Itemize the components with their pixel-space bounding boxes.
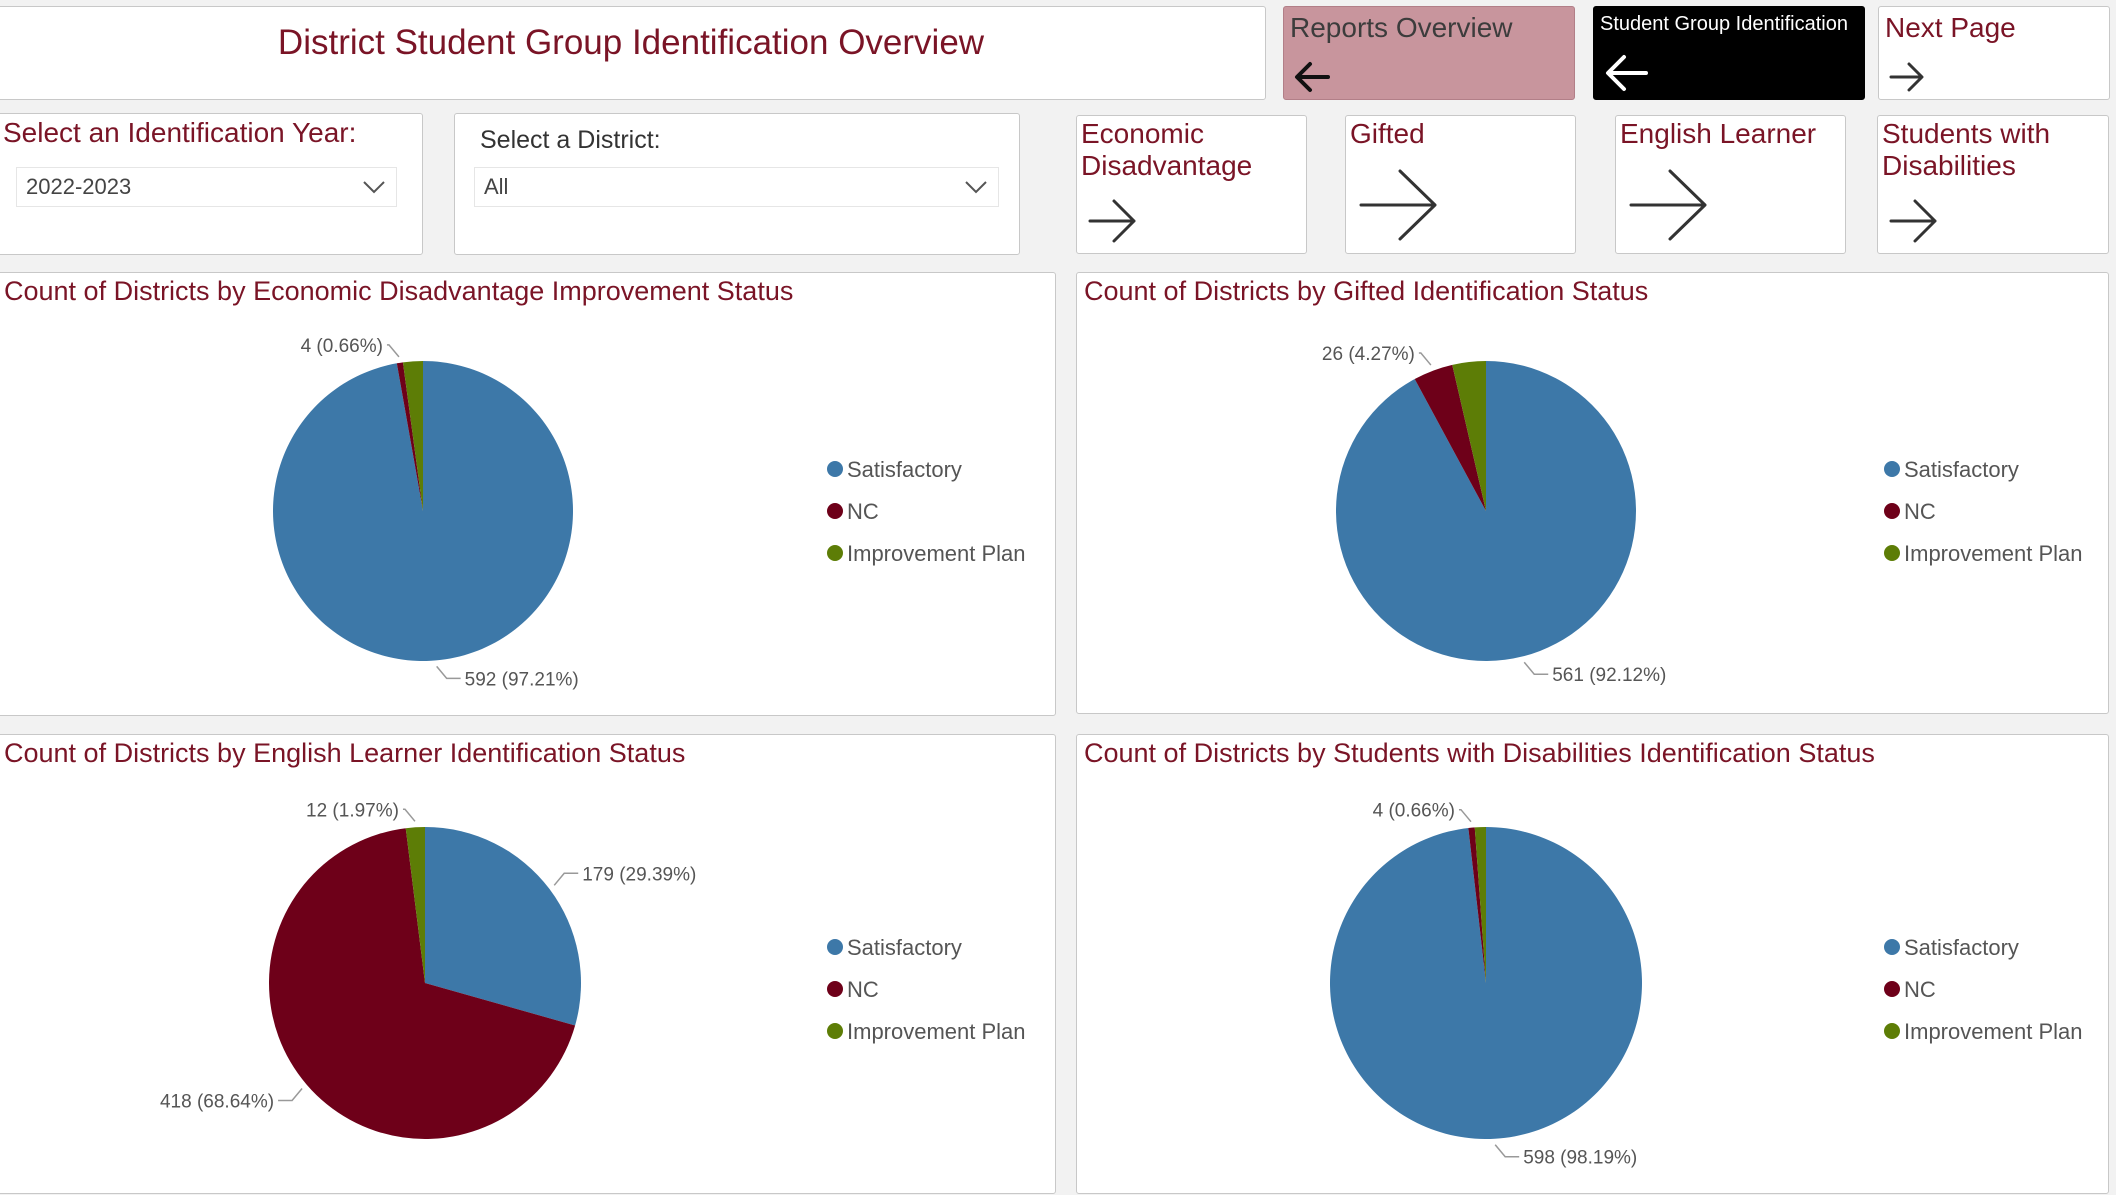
year-dropdown-value: 2022-2023	[26, 174, 132, 199]
legend-marker	[1884, 461, 1900, 477]
pie-chart-svg: 561 (92.12%) 26 (4.27%) Satisfactory NC Impr…	[1322, 344, 2083, 686]
pie-chart-svg: 598 (98.19%) 4 (0.66%) Satisfactory NC Impro…	[1330, 801, 2083, 1169]
data-label-leader	[553, 872, 579, 886]
legend-marker	[1884, 981, 1900, 997]
gifted-chart: Count of Districts by Gifted Identificat…	[1076, 272, 2109, 714]
data-label: 418 (68.64%)	[160, 1092, 274, 1113]
data-label: 592 (97.21%)	[465, 669, 579, 690]
data-label: 179 (29.39%)	[582, 864, 696, 885]
page-title: District Student Group Identification Ov…	[277, 23, 985, 62]
arrow-left-icon	[1295, 62, 1330, 92]
students-with-disabilities-button[interactable]: Students with Disabilities	[1877, 115, 2109, 254]
data-label: 4 (0.66%)	[1373, 801, 1455, 822]
economic-disadvantage-button[interactable]: Economic Disadvantage	[1076, 115, 1307, 254]
district-dropdown[interactable]: All	[474, 167, 999, 207]
gifted-button[interactable]: Gifted	[1345, 115, 1576, 254]
legend-marker	[827, 939, 843, 955]
legend-item-nc[interactable]: NC	[1904, 499, 1936, 524]
students-with-disabilities-label: Students with Disabilities	[1882, 118, 2051, 181]
legend-item-satisfactory[interactable]: Satisfactory	[847, 935, 962, 960]
legend-item-satisfactory[interactable]: Satisfactory	[1904, 457, 2019, 482]
legend-item-nc[interactable]: NC	[847, 499, 879, 524]
legend-marker	[1884, 1023, 1900, 1039]
economic-disadvantage-label: Economic Disadvantage	[1081, 118, 1253, 181]
gifted-label: Gifted	[1350, 118, 1425, 149]
legend-marker	[1884, 503, 1900, 519]
legend-marker	[827, 503, 843, 519]
data-label-leader	[1458, 808, 1472, 823]
economic-disadvantage-chart: Count of Districts by Economic Disadvant…	[0, 272, 1056, 716]
data-label-leader	[436, 665, 461, 680]
legend-item-nc[interactable]: NC	[1904, 977, 1936, 1002]
data-label: 26 (4.27%)	[1322, 344, 1415, 365]
district-slicer-label: Select a District:	[480, 126, 661, 154]
year-slicer: Select an Identification Year: 2022-2023	[0, 113, 423, 255]
legend-item-improvement-plan[interactable]: Improvement Plan	[847, 541, 1026, 566]
arrow-right-icon	[1359, 169, 1437, 241]
legend-marker	[827, 1023, 843, 1039]
chevron-down-icon	[965, 181, 987, 194]
pie-chart-svg: 592 (97.21%) 4 (0.66%) Satisfactory NC Impro…	[273, 336, 1026, 690]
next-page-label: Next Page	[1885, 12, 2016, 43]
data-label-leader	[278, 1088, 303, 1102]
arrow-right-icon	[1889, 62, 1924, 92]
data-label-leader	[1523, 661, 1549, 675]
next-page-button[interactable]: Next Page	[1878, 6, 2110, 100]
data-label: 12 (1.97%)	[306, 800, 399, 821]
title-card: District Student Group Identification Ov…	[0, 6, 1266, 100]
data-label: 561 (92.12%)	[1552, 665, 1666, 686]
legend-marker	[827, 545, 843, 561]
data-label: 598 (98.19%)	[1523, 1148, 1637, 1169]
legend-marker	[1884, 545, 1900, 561]
arrow-right-icon	[1088, 199, 1136, 243]
arrow-left-icon	[1606, 55, 1648, 91]
student-group-identification-label: Student Group Identification	[1600, 13, 1848, 35]
arrow-right-icon	[1889, 199, 1937, 243]
english-learner-chart: Count of Districts by English Learner Id…	[0, 734, 1056, 1194]
reports-overview-button[interactable]: Reports Overview	[1283, 6, 1575, 100]
data-label: 4 (0.66%)	[301, 336, 383, 357]
legend-item-satisfactory[interactable]: Satisfactory	[847, 457, 962, 482]
year-dropdown[interactable]: 2022-2023	[16, 167, 397, 207]
student-group-identification-button[interactable]: Student Group Identification	[1593, 6, 1865, 100]
district-slicer: Select a District: All	[454, 113, 1020, 255]
data-label-leader	[402, 808, 416, 822]
students-with-disabilities-chart: Count of Districts by Students with Disa…	[1076, 734, 2109, 1194]
arrow-right-icon	[1629, 169, 1707, 241]
pie-chart-svg: 179 (29.39%) 418 (68.64%) 12 (1.97%) Satisf…	[160, 800, 1026, 1139]
legend-item-improvement-plan[interactable]: Improvement Plan	[1904, 1019, 2083, 1044]
english-learner-label: English Learner	[1620, 118, 1817, 149]
district-dropdown-value: All	[484, 174, 509, 199]
legend-item-satisfactory[interactable]: Satisfactory	[1904, 935, 2019, 960]
legend-marker	[1884, 939, 1900, 955]
legend-marker	[827, 461, 843, 477]
data-label-leader	[1418, 352, 1432, 366]
reports-overview-label: Reports Overview	[1290, 12, 1513, 43]
chevron-down-icon	[363, 181, 385, 194]
legend-item-nc[interactable]: NC	[847, 977, 879, 1002]
legend-item-improvement-plan[interactable]: Improvement Plan	[1904, 541, 2083, 566]
english-learner-button[interactable]: English Learner	[1615, 115, 1846, 254]
data-label-leader	[1494, 1144, 1520, 1158]
legend-marker	[827, 981, 843, 997]
data-label-leader	[386, 344, 400, 358]
year-slicer-label: Select an Identification Year:	[3, 117, 357, 148]
legend-item-improvement-plan[interactable]: Improvement Plan	[847, 1019, 1026, 1044]
